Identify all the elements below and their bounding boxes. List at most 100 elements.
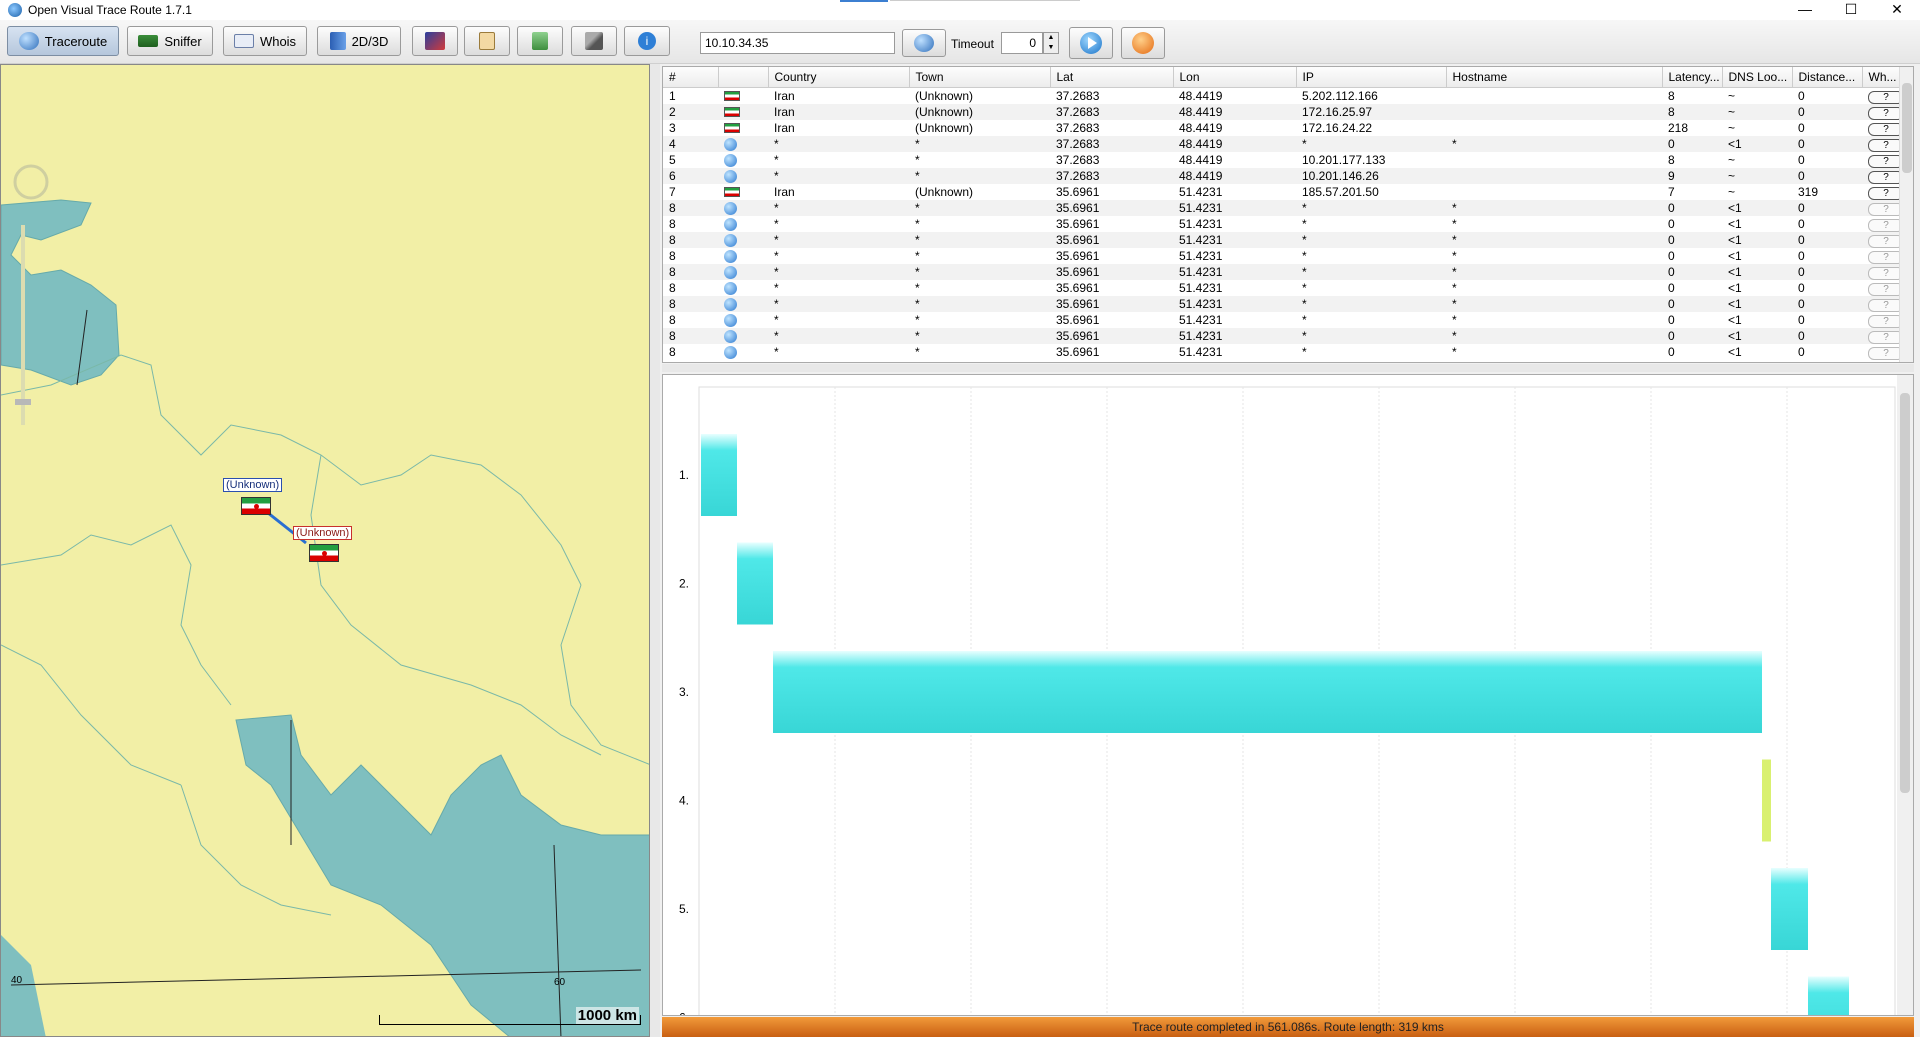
table-cell: *	[1452, 248, 1457, 263]
column-header[interactable]: Latency...	[1662, 67, 1723, 88]
table-scrollbar[interactable]	[1899, 67, 1913, 362]
column-header[interactable]: Country	[768, 67, 910, 88]
replay-button[interactable]	[412, 26, 458, 56]
maximize-button[interactable]: ☐	[1828, 0, 1874, 20]
cube-icon	[329, 32, 346, 50]
stop-trace-button[interactable]	[1121, 27, 1165, 59]
table-cell: <1	[1722, 327, 1792, 344]
table-cell: 0	[1798, 88, 1805, 103]
close-button[interactable]: ✕	[1874, 0, 1920, 20]
table-cell: 48.4419	[1179, 88, 1223, 103]
map-view[interactable]: (Unknown) (Unknown) 40 60 1000 km	[0, 64, 650, 1037]
cell-flag	[718, 135, 768, 152]
table-row[interactable]: 8 * * 35.6961 51.4231 * * 0 <1 0?	[663, 199, 1904, 216]
table-cell: 6	[663, 167, 718, 184]
iran-flag-icon	[724, 187, 740, 198]
table-scroll-thumb[interactable]	[1902, 83, 1912, 173]
timeout-stepper[interactable]: ▲ ▼	[1043, 32, 1059, 54]
unknown-globe-icon	[724, 297, 737, 311]
map-flag-marker[interactable]	[241, 497, 271, 515]
table-cell: 0	[1662, 135, 1722, 152]
gantt-bar	[1771, 868, 1808, 950]
table-header-row: # Country Town Lat Lon IP Hostname Latency... DN…	[663, 67, 1905, 88]
table-cell: 48.4419	[1179, 120, 1223, 135]
vertical-splitter[interactable]	[650, 64, 660, 1037]
settings-button[interactable]	[571, 26, 617, 56]
table-cell: *	[1446, 295, 1662, 312]
table-cell: *	[1452, 312, 1457, 327]
tab-sniffer[interactable]: Sniffer	[127, 26, 213, 56]
host-input[interactable]: 10.10.34.35	[700, 32, 895, 54]
table-cell: *	[1296, 199, 1446, 216]
column-header[interactable]: DNS Loo...	[1722, 67, 1793, 88]
column-header[interactable]: #	[663, 67, 719, 88]
table-row[interactable]: 8 * * 35.6961 51.4231 * * 0 <1 0?	[663, 312, 1904, 328]
map-flag-marker-selected[interactable]	[309, 544, 339, 562]
table-row[interactable]: 2 Iran (Unknown) 37.2683 48.4419 172.16.25.97…	[663, 103, 1904, 120]
table-row[interactable]: 8 * * 35.6961 51.4231 * * 0 <1 0?	[663, 327, 1904, 344]
column-header[interactable]: Lon	[1173, 67, 1297, 88]
column-header[interactable]: Lat	[1050, 67, 1174, 88]
column-header[interactable]: Town	[909, 67, 1051, 88]
column-header[interactable]: IP	[1296, 67, 1447, 88]
table-cell: *	[909, 199, 1050, 216]
table-cell: ~	[1728, 184, 1736, 199]
table-row[interactable]: 8 * * 35.6961 51.4231 * * 0 <1 0?	[663, 263, 1904, 280]
horizontal-splitter[interactable]	[662, 364, 1914, 372]
table-row[interactable]: 7 Iran (Unknown) 35.6961 51.4231 185.57.201.5…	[663, 184, 1904, 200]
table-cell: *	[774, 216, 779, 231]
table-cell: <1	[1728, 312, 1742, 327]
minimize-button[interactable]: —	[1782, 0, 1828, 20]
table-row[interactable]: 8 * * 35.6961 51.4231 * * 0 <1 0?	[663, 280, 1904, 296]
table-row[interactable]: 1 Iran (Unknown) 37.2683 48.4419 5.202.112.16…	[663, 87, 1904, 104]
map-grid-label: 40	[11, 975, 23, 986]
table-row[interactable]: 3 Iran (Unknown) 37.2683 48.4419 172.16.24.22…	[663, 120, 1904, 136]
column-header[interactable]	[718, 67, 769, 88]
clipboard-button[interactable]	[464, 26, 510, 56]
table-cell: ~	[1722, 103, 1792, 120]
clipboard-icon	[479, 32, 495, 50]
export-button[interactable]	[517, 26, 563, 56]
table-cell: 8	[669, 216, 676, 231]
resolve-button[interactable]	[902, 29, 946, 57]
table-cell: <1	[1722, 295, 1792, 312]
table-cell	[1446, 167, 1662, 184]
gantt-hop-label: 4.	[679, 794, 689, 808]
table-row[interactable]: 8 * * 35.6961 51.4231 * * 0 <1 0?	[663, 248, 1904, 264]
table-cell: 51.4231	[1173, 327, 1296, 344]
cell-whois: ?	[1862, 344, 1904, 360]
column-header[interactable]: Distance...	[1792, 67, 1863, 88]
table-row[interactable]: 4 * * 37.2683 48.4419 * * 0 <1 0?	[663, 135, 1904, 152]
table-cell: *	[1296, 295, 1446, 312]
table-row[interactable]: 8 * * 35.6961 51.4231 * * 0 <1 0?	[663, 231, 1904, 248]
tab-whois[interactable]: Whois	[223, 26, 307, 56]
table-cell: Iran	[774, 120, 795, 135]
table-cell: *	[1452, 216, 1457, 231]
table-row[interactable]: 8 * * 35.6961 51.4231 * * 0 <1 0?	[663, 216, 1904, 232]
tab-2d3d[interactable]: 2D/3D	[317, 26, 401, 56]
table-cell: 0	[1798, 248, 1805, 263]
table-cell	[1446, 103, 1662, 120]
table-row[interactable]: 8 * * 35.6961 51.4231 * * 0 <1 0?	[663, 344, 1904, 360]
table-row[interactable]: 8 * * 35.6961 51.4231 * * 0 <1 0?	[663, 295, 1904, 312]
info-button[interactable]: i	[624, 26, 670, 56]
table-cell: 0	[1792, 327, 1862, 344]
unknown-globe-icon	[724, 169, 737, 183]
timeout-input[interactable]: 0	[1001, 32, 1043, 54]
table-row[interactable]: 5 * * 37.2683 48.4419 10.201.177.133 8 ~0?	[663, 152, 1904, 168]
map-label-hop-unknown-selected[interactable]: (Unknown)	[293, 526, 353, 540]
cell-whois: ?	[1862, 184, 1904, 200]
map-label-hop-unknown[interactable]: (Unknown)	[223, 478, 283, 492]
table-cell: *	[1446, 263, 1662, 280]
column-header[interactable]: Hostname	[1446, 67, 1663, 88]
start-trace-button[interactable]	[1069, 27, 1113, 59]
tab-traceroute[interactable]: Traceroute	[7, 26, 119, 56]
table-cell: 35.6961	[1050, 199, 1173, 216]
unknown-globe-icon	[724, 137, 737, 151]
table-cell: 8	[1668, 88, 1675, 103]
table-row[interactable]: 6 * * 37.2683 48.4419 10.201.146.26 9 ~0?	[663, 167, 1904, 184]
play-icon	[1080, 32, 1102, 54]
column-header[interactable]: Wh...	[1862, 67, 1905, 88]
table-cell: 0	[1662, 199, 1722, 216]
gantt-bar	[1762, 759, 1771, 842]
